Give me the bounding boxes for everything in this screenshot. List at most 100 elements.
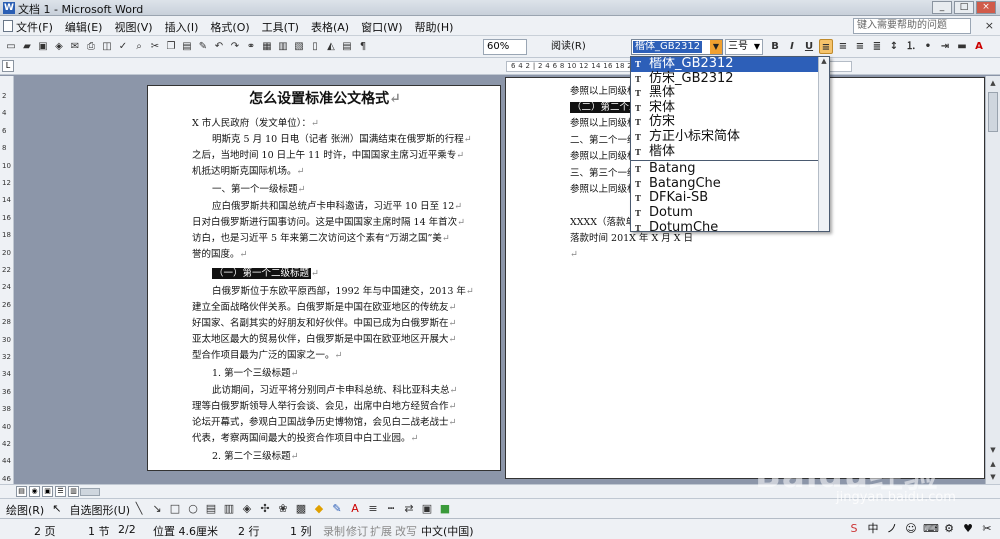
prev-page-icon[interactable]: ▲ bbox=[988, 460, 998, 468]
status-overtype[interactable]: 改写 bbox=[395, 523, 417, 539]
document-line[interactable]: 白俄罗斯位于东欧平原西部，1992 年与中国建交，2013 年↵ bbox=[212, 284, 474, 301]
underline-button[interactable]: U bbox=[802, 39, 816, 54]
document-line[interactable]: 理等白俄罗斯领导人举行会谈、会见，出席中白地方经贸合作↵ bbox=[192, 399, 456, 416]
document-line[interactable]: 二、第二个一级 bbox=[570, 133, 637, 150]
font-size-select[interactable]: 三号 ▼ bbox=[725, 39, 763, 55]
heading-level-2[interactable]: （一）第一个二级标题 ↵ bbox=[212, 266, 319, 283]
keyboard-icon[interactable]: ⌨ bbox=[923, 522, 939, 536]
word-icon[interactable]: W bbox=[3, 2, 15, 14]
punctuation-icon[interactable]: ノ bbox=[885, 522, 899, 536]
page-1[interactable]: 怎么设置标准公文格式↵ X 市人民政府（发文单位）：↵ 明斯克 5 月 10 日电… bbox=[147, 85, 501, 471]
skin-icon[interactable]: ♥ bbox=[961, 522, 975, 536]
menu-view[interactable]: 视图(V) bbox=[114, 19, 152, 35]
document-map-icon[interactable]: ▤ bbox=[340, 39, 354, 54]
redo-icon[interactable]: ↷ bbox=[228, 39, 242, 54]
status-record[interactable]: 录制 bbox=[323, 523, 345, 539]
font-option[interactable]: T DotumChe bbox=[631, 220, 829, 231]
document-line[interactable]: 好国家、名副其实的好朋友和好伙伴。中国已成为白俄罗斯在↵ bbox=[192, 316, 456, 333]
line-icon[interactable]: ╲ bbox=[132, 502, 146, 516]
drawing-icon[interactable]: ◭ bbox=[324, 39, 338, 54]
textbox-icon[interactable]: ▤ bbox=[204, 502, 218, 516]
format-painter-icon[interactable]: ✎ bbox=[196, 39, 210, 54]
document-line[interactable]: 之后，当地时间 10 日上午 11 时许，中国国家主席习近平乘专↵ bbox=[192, 148, 464, 165]
font-option[interactable]: T 方正小标宋简体 bbox=[631, 129, 829, 145]
document-close-icon[interactable]: × bbox=[985, 19, 994, 32]
menu-insert[interactable]: 插入(I) bbox=[165, 19, 199, 35]
tables-borders-icon[interactable]: ▦ bbox=[260, 39, 274, 54]
document-line[interactable]: 此访期间，习近平将分别同卢卡申科总统、科比亚科夫总↵ bbox=[212, 383, 457, 400]
menu-window[interactable]: 窗口(W) bbox=[361, 19, 402, 35]
menu-file[interactable]: 文件(F) bbox=[16, 19, 53, 35]
font-list-scrollbar[interactable]: ▲ bbox=[818, 57, 829, 231]
font-option[interactable]: T BatangChe bbox=[631, 176, 829, 192]
document-line[interactable]: 三、第三个一级 bbox=[570, 166, 637, 183]
document-line[interactable]: 誉的国度。↵ bbox=[192, 247, 247, 264]
outline-view-icon[interactable]: ☰ bbox=[55, 486, 66, 497]
normal-view-icon[interactable]: ▤ bbox=[16, 486, 27, 497]
emoji-icon[interactable]: ☺ bbox=[904, 522, 918, 536]
bold-button[interactable]: B bbox=[768, 39, 782, 54]
font-dropdown-list[interactable]: T 楷体_GB2312 T 仿宋_GB2312 T 黑体 T 宋体 T 仿宋 T 方正小标宋简体 T 楷体… bbox=[630, 56, 830, 232]
zoom-select[interactable]: 60% bbox=[483, 39, 527, 55]
font-option[interactable]: T 楷体 bbox=[631, 144, 829, 160]
clipart-icon[interactable]: ❀ bbox=[276, 502, 290, 516]
fill-color-icon[interactable]: ◆ bbox=[312, 502, 326, 516]
chinese-mode-icon[interactable]: 中 bbox=[866, 522, 880, 536]
font-color-button[interactable]: A bbox=[972, 39, 986, 54]
minimize-button[interactable]: _ bbox=[932, 1, 952, 14]
vertical-textbox-icon[interactable]: ▥ bbox=[222, 502, 236, 516]
tab-stop-icon[interactable]: L bbox=[2, 60, 14, 72]
align-left-icon[interactable]: ≡ bbox=[819, 39, 833, 54]
copy-icon[interactable]: ❐ bbox=[164, 39, 178, 54]
document-line[interactable]: 建立全面战略伙伴关系。白俄罗斯是中国在欧亚地区的传统友↵ bbox=[192, 300, 456, 317]
line-color-icon[interactable]: ✎ bbox=[330, 502, 344, 516]
reading-view-icon[interactable]: ▥ bbox=[68, 486, 79, 497]
draw-menu-button[interactable]: 绘图(R) bbox=[6, 502, 44, 518]
horizontal-ruler[interactable]: L 6 4 2 | 2 4 6 8 10 12 14 16 18 20 22 2… bbox=[0, 58, 1000, 75]
shadow-icon[interactable]: ▣ bbox=[420, 502, 434, 516]
autoshapes-button[interactable]: 自选图形(U) bbox=[69, 502, 130, 518]
print-view-icon[interactable]: ▣ bbox=[42, 486, 53, 497]
columns-icon[interactable]: ▯ bbox=[308, 39, 322, 54]
menu-tools[interactable]: 工具(T) bbox=[262, 19, 299, 35]
arrow-style-icon[interactable]: ⇄ bbox=[402, 502, 416, 516]
next-page-icon[interactable]: ▼ bbox=[988, 473, 998, 481]
scroll-thumb[interactable] bbox=[988, 92, 998, 132]
font-option[interactable]: T 仿宋_GB2312 bbox=[631, 71, 829, 87]
chevron-down-icon[interactable]: ▼ bbox=[710, 40, 722, 54]
document-line[interactable]: 代表，考察两国间最大的投资合作项目中白工业园。↵ bbox=[192, 431, 418, 448]
rectangle-icon[interactable]: □ bbox=[168, 502, 182, 516]
justify-icon[interactable]: ≣ bbox=[870, 39, 884, 54]
font-option[interactable]: T 楷体_GB2312 bbox=[631, 57, 829, 72]
status-extend[interactable]: 扩展 bbox=[370, 523, 392, 539]
spelling-icon[interactable]: ✓ bbox=[116, 39, 130, 54]
scroll-down-icon[interactable]: ▼ bbox=[988, 446, 998, 454]
menu-help[interactable]: 帮助(H) bbox=[415, 19, 454, 35]
excel-icon[interactable]: ▧ bbox=[292, 39, 306, 54]
highlight-icon[interactable]: ▬ bbox=[955, 39, 969, 54]
heading-level-1[interactable]: 一、第一个一级标题↵ bbox=[212, 182, 305, 199]
line-style-icon[interactable]: ≡ bbox=[366, 502, 380, 516]
select-objects-icon[interactable]: ↖ bbox=[52, 502, 61, 518]
document-line[interactable]: 机抵达明斯克国际机场。↵ bbox=[192, 164, 304, 181]
scroll-up-icon[interactable]: ▲ bbox=[988, 79, 998, 87]
permission-icon[interactable]: ◈ bbox=[52, 39, 66, 54]
document-line[interactable]: 参照以上同级标 bbox=[570, 84, 637, 101]
email-icon[interactable]: ✉ bbox=[68, 39, 82, 54]
document-line[interactable]: 参照以上同级标 bbox=[570, 116, 637, 133]
document-line[interactable]: 1. 第一个三级标题↵ bbox=[212, 366, 299, 383]
undo-icon[interactable]: ↶ bbox=[212, 39, 226, 54]
close-button[interactable]: × bbox=[976, 1, 996, 14]
paste-icon[interactable]: ▤ bbox=[180, 39, 194, 54]
show-hide-icon[interactable]: ¶ bbox=[356, 39, 370, 54]
picture-icon[interactable]: ▩ bbox=[294, 502, 308, 516]
italic-button[interactable]: I bbox=[785, 39, 799, 54]
cut-icon[interactable]: ✂ bbox=[148, 39, 162, 54]
document-line[interactable]: 型合作项目最为广泛的国家之一。↵ bbox=[192, 348, 342, 365]
align-right-icon[interactable]: ≡ bbox=[853, 39, 867, 54]
line-spacing-icon[interactable]: ↕ bbox=[887, 39, 901, 54]
font-option[interactable]: T 黑体 bbox=[631, 85, 829, 101]
help-search-input[interactable]: 键入需要帮助的问题 bbox=[853, 18, 971, 34]
new-document-icon[interactable]: ▭ bbox=[4, 39, 18, 54]
open-folder-icon[interactable]: ▰ bbox=[20, 39, 34, 54]
